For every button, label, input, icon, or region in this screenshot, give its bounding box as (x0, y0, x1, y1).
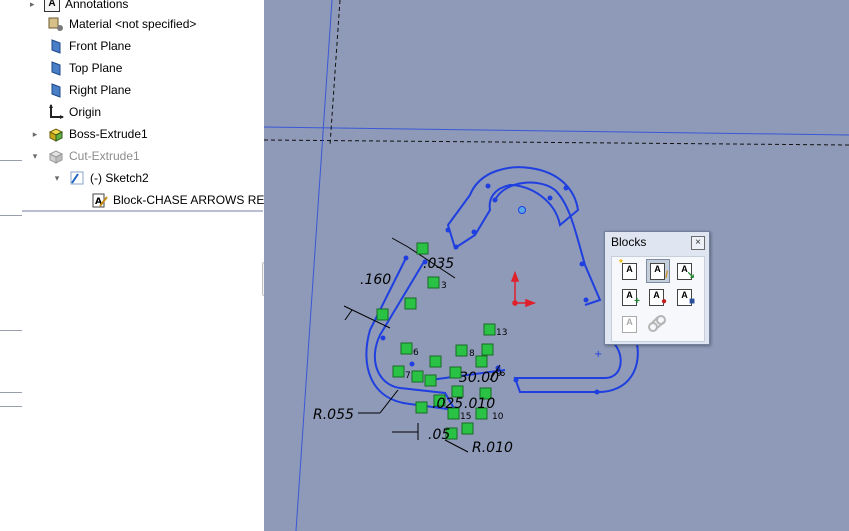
sketch-icon (69, 170, 85, 186)
relation-marker[interactable] (416, 242, 429, 255)
tree-item-label: Boss-Extrude1 (69, 127, 148, 141)
origin-icon (48, 104, 64, 120)
relation-number: 7 (405, 371, 411, 381)
graphics-area[interactable]: + 3 6 7 8 9 10 13 15 .160 .035 R.055 .02… (264, 0, 849, 531)
explode-block-icon: A (622, 316, 637, 333)
material-icon (48, 16, 64, 32)
relation-marker[interactable] (411, 370, 424, 383)
cut-extrude-icon (48, 148, 64, 164)
tree-item-boss-extrude1[interactable]: ▸ Boss-Extrude1 (28, 123, 148, 145)
edit-block-icon: A (650, 263, 665, 280)
relation-marker[interactable] (427, 276, 440, 289)
tree-item-label: Block-CHASE ARROWS REV (113, 193, 273, 207)
relation-marker[interactable] (415, 401, 428, 414)
tree-item-label: Right Plane (69, 83, 132, 97)
sketch-cursor-icon: + (594, 349, 602, 360)
relation-marker[interactable] (376, 308, 389, 321)
canvas-background (264, 0, 849, 531)
tree-item-cut-extrude1[interactable]: ▾ Cut-Extrude1 (28, 145, 140, 167)
relation-marker[interactable] (481, 343, 494, 356)
sketch-center-point[interactable] (518, 206, 526, 214)
expand-arrow-icon[interactable]: ▸ (28, 129, 42, 139)
rebuild-block-button[interactable]: A ● (646, 286, 668, 308)
divider (0, 330, 22, 331)
divider (0, 160, 22, 161)
explode-block-button: A (619, 313, 641, 335)
divider (0, 392, 22, 393)
tree-item-origin[interactable]: Origin (48, 101, 101, 123)
add-remove-entities-button[interactable]: A + (619, 286, 641, 308)
relation-marker[interactable] (400, 342, 413, 355)
relation-number: 6 (413, 348, 419, 358)
dimension-label[interactable]: .010 (464, 396, 495, 412)
divider (0, 215, 22, 216)
close-icon[interactable]: × (691, 236, 705, 250)
edit-block-button[interactable]: A / (646, 259, 670, 283)
dimension-label[interactable]: 30.00° (459, 370, 506, 386)
relation-number: 10 (492, 412, 504, 422)
relation-number: 13 (496, 328, 507, 338)
relation-marker[interactable] (424, 374, 437, 387)
collapse-arrow-icon[interactable]: ▾ (50, 173, 64, 183)
tree-item-label: Top Plane (69, 61, 123, 75)
plane-icon (48, 60, 64, 76)
star-icon: * (619, 258, 623, 269)
arrow-icon: ↘ (686, 270, 695, 281)
divider (0, 406, 22, 407)
dimension-label[interactable]: .05 (428, 427, 450, 443)
relation-number: 15 (460, 412, 471, 422)
insert-block-button[interactable]: A * (619, 258, 641, 282)
tree-item-material[interactable]: Material <not specified> (48, 13, 196, 35)
tree-item-label: Origin (69, 105, 102, 119)
tree-item-label: Front Plane (69, 39, 132, 53)
blocks-button-grid: A * A / A ↘ A + A ● A ■ A (611, 256, 705, 342)
insert-block-icon: A (622, 263, 637, 280)
traffic-light-icon: ● (660, 296, 667, 307)
plane-icon (48, 82, 64, 98)
tree-item-sketch2[interactable]: ▾ (-) Sketch2 (50, 167, 149, 189)
dimension-label[interactable]: R.055 (313, 407, 354, 423)
dimension-label[interactable]: R.010 (472, 440, 513, 456)
relation-marker[interactable] (455, 344, 468, 357)
boss-extrude-icon (48, 126, 64, 142)
floppy-icon: ■ (688, 296, 695, 307)
make-block-button[interactable]: A ↘ (674, 260, 696, 282)
belt-chain-icon (648, 315, 666, 332)
dimension-label[interactable]: .025 (432, 396, 463, 412)
relation-marker[interactable] (429, 355, 442, 368)
relation-number: 8 (469, 349, 475, 359)
dimension-label[interactable]: .160 (360, 272, 391, 288)
tree-item-label: (-) Sketch2 (90, 171, 149, 185)
save-block-button[interactable]: A ■ (674, 286, 696, 308)
tree-item-front-plane[interactable]: Front Plane (48, 35, 131, 57)
tree-item-block[interactable]: A Block-CHASE ARROWS REV (92, 189, 272, 211)
relation-marker[interactable] (404, 297, 417, 310)
plane-icon (48, 38, 64, 54)
tree-item-right-plane[interactable]: Right Plane (48, 79, 131, 101)
plus-icon: + (634, 296, 640, 307)
annotations-icon: A (44, 0, 60, 12)
block-icon: A (92, 192, 108, 208)
relation-marker[interactable] (475, 355, 488, 368)
tree-item-label: Cut-Extrude1 (69, 149, 140, 163)
relation-number: 3 (441, 281, 447, 291)
dimension-label[interactable]: .035 (423, 256, 454, 272)
relation-marker[interactable] (461, 422, 474, 435)
tree-item-top-plane[interactable]: Top Plane (48, 57, 122, 79)
tree-item-label: Annotations (65, 0, 129, 11)
blocks-toolbar[interactable]: Blocks × A * A / A ↘ A + A ● A ■ A (604, 231, 710, 345)
relation-marker[interactable] (483, 323, 496, 336)
relation-marker[interactable] (392, 365, 405, 378)
feature-manager-tree: ▸ A Annotations Material <not specified>… (0, 0, 272, 531)
pencil-icon: / (665, 270, 668, 281)
collapse-arrow-icon[interactable]: ▾ (28, 151, 42, 161)
tree-item-label: Material <not specified> (69, 17, 197, 31)
tree-end-separator (22, 210, 263, 212)
belt-chain-button (646, 313, 668, 335)
